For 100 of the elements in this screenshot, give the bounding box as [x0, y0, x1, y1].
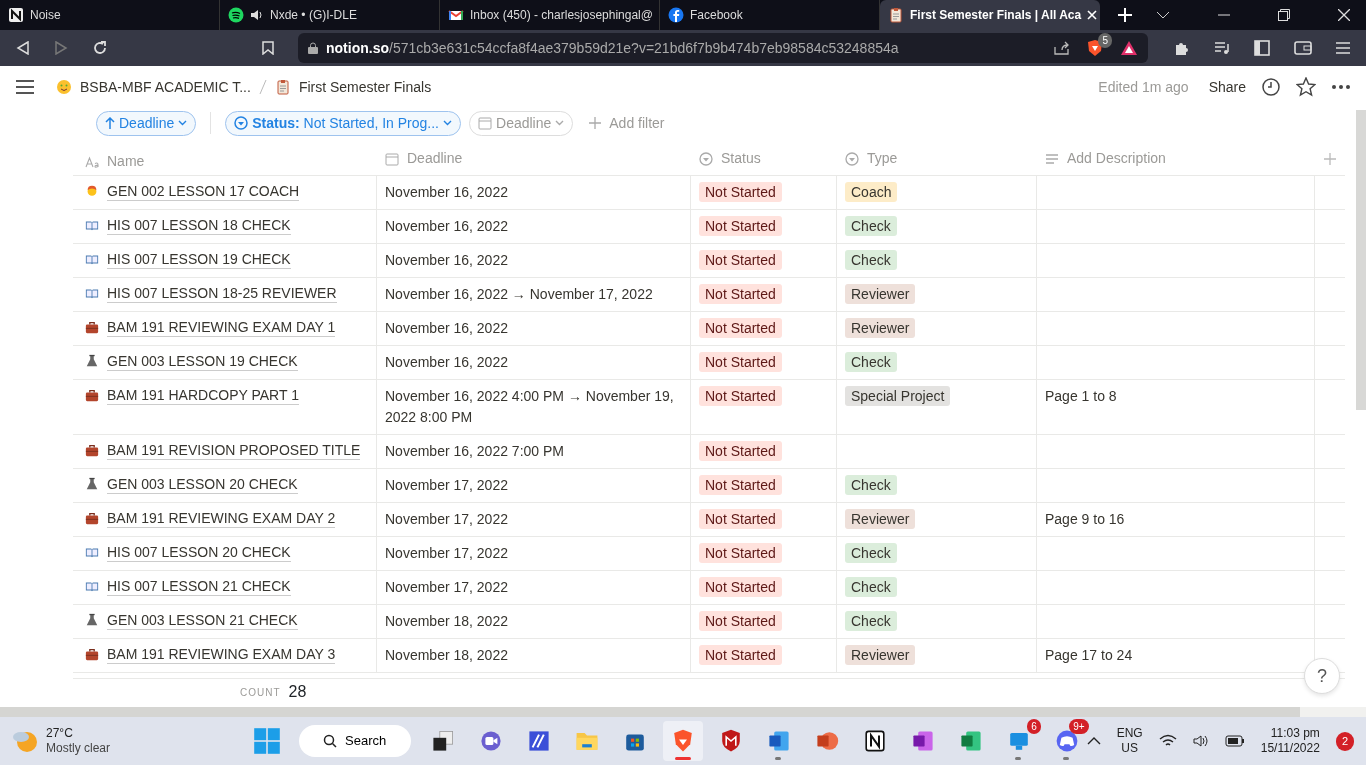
type-tag: Check [845, 352, 897, 372]
row-title-link[interactable]: HIS 007 LESSON 21 CHECK [107, 577, 291, 596]
notification-badge[interactable]: 2 [1335, 731, 1354, 751]
row-title-link[interactable]: BAM 191 REVIEWING EXAM DAY 3 [107, 645, 336, 664]
playlist-icon[interactable] [1214, 41, 1230, 55]
status-tag: Not Started [699, 611, 782, 631]
weather-text: Mostly clear [46, 741, 110, 756]
share-icon[interactable] [1054, 41, 1070, 55]
row-title-link[interactable]: GEN 003 LESSON 21 CHECK [107, 611, 298, 630]
type-tag: Reviewer [845, 509, 916, 529]
flask-icon [85, 354, 99, 368]
facebook-icon [668, 7, 684, 23]
clock-text[interactable]: 11:03 pm 15/11/2022 [1260, 726, 1320, 756]
date-cell: November 18, 2022 [377, 605, 691, 638]
date-cell: November 17, 2022 [377, 537, 691, 570]
status-tag: Not Started [699, 216, 782, 236]
sidebar-icon[interactable] [1254, 40, 1270, 56]
new-tab-icon[interactable] [1118, 8, 1132, 22]
text-type-icon [85, 154, 99, 169]
row-title-link[interactable]: HIS 007 LESSON 18 CHECK [107, 216, 291, 235]
date-cell: November 16, 2022 [377, 210, 691, 243]
type-tag: Reviewer [845, 645, 916, 665]
breadcrumb-link[interactable]: First Semester Finals [274, 76, 432, 98]
bookmark-icon[interactable] [262, 41, 274, 55]
notion-logo-icon [8, 7, 24, 23]
search-icon [323, 734, 338, 748]
close-icon[interactable] [1338, 9, 1350, 21]
row-title-link[interactable]: HIS 007 LESSON 19 CHECK [107, 250, 291, 269]
row-title-link[interactable]: BAM 191 HARDCOPY PART 1 [107, 386, 299, 405]
spotify-icon [228, 7, 244, 23]
type-tag: Coach [845, 182, 898, 202]
wallet-icon[interactable] [1294, 41, 1312, 55]
row-title-link[interactable]: BAM 191 REVISION PROPOSED TITLE [107, 441, 361, 460]
triangle-icon[interactable] [1120, 40, 1138, 56]
type-tag: Reviewer [845, 284, 916, 304]
row-title-link[interactable]: HIS 007 LESSON 20 CHECK [107, 543, 291, 562]
date-cell: November 16, 2022 4:00 PM → November 19, 2022 8:00 PM [377, 380, 691, 434]
count-label: COUNT [240, 685, 281, 700]
row-title-link[interactable]: BAM 191 REVIEWING EXAM DAY 1 [107, 318, 336, 337]
browser-tab[interactable]: First Semester Finals | All Aca [880, 0, 1100, 30]
calendar-icon [385, 151, 399, 166]
status-tag: Not Started [699, 284, 782, 304]
chevron-down-icon [178, 120, 188, 126]
reload-icon[interactable] [92, 40, 108, 56]
vertical-scrollbar[interactable] [1356, 110, 1366, 410]
briefcase-icon [85, 388, 99, 402]
battery-icon[interactable] [1224, 735, 1245, 747]
row-title-link[interactable]: GEN 003 LESSON 19 CHECK [107, 352, 298, 371]
back-icon[interactable] [16, 41, 30, 55]
puzzle-icon[interactable] [1174, 40, 1190, 56]
lock-icon [308, 42, 318, 54]
row-title-link[interactable]: GEN 003 LESSON 20 CHECK [107, 475, 298, 494]
status-filter-pill[interactable]: Status: Not Started, In Prog... [225, 110, 461, 136]
star-icon[interactable] [1296, 77, 1316, 97]
menu-icon[interactable] [16, 80, 34, 94]
address-bar[interactable]: notion.so/571cb3e631c54ccfa8f4ae379b59d21e?v=21bd6f7b9b474b7eb98584c53248854a 5 [298, 33, 1148, 63]
chevron-down-icon[interactable] [1156, 10, 1170, 20]
breadcrumb-link[interactable]: BSBA-MBF ACADEMIC T... [56, 76, 251, 98]
date-cell: November 17, 2022 [377, 503, 691, 536]
edited-status: Edited 1m ago [1098, 77, 1189, 97]
horizontal-scrollbar[interactable] [0, 707, 1300, 717]
calendar-icon [478, 116, 492, 130]
taskbar-app[interactable]: 6 [998, 721, 1039, 761]
dropdown-circle-icon [845, 151, 859, 166]
forward-icon[interactable] [54, 41, 68, 55]
date-cell: November 18, 2022 [377, 639, 691, 672]
notification-badge: 6 [1027, 719, 1041, 734]
restore-icon[interactable] [1278, 9, 1290, 21]
description-cell: Page 1 to 8 [1037, 380, 1315, 434]
clipboard-icon [888, 7, 904, 23]
type-tag: Reviewer [845, 318, 916, 338]
wifi-icon[interactable] [1158, 734, 1177, 748]
date-cell: November 16, 2022 → November 17, 2022 [377, 278, 691, 311]
date-cell: November 16, 2022 [377, 176, 691, 209]
date-cell: November 16, 2022 [377, 346, 691, 379]
status-tag: Not Started [699, 441, 782, 461]
status-tag: Not Started [699, 386, 782, 406]
share-button[interactable]: Share [1208, 76, 1246, 98]
briefcase-icon [85, 647, 99, 661]
status-tag: Not Started [699, 182, 782, 202]
type-tag: Check [845, 577, 897, 597]
date-cell: November 17, 2022 [377, 571, 691, 604]
clock-icon[interactable] [1262, 78, 1280, 96]
search-button[interactable]: Search [298, 725, 411, 757]
flask-icon [85, 477, 99, 491]
row-title-link[interactable]: HIS 007 LESSON 18-25 REVIEWER [107, 284, 337, 303]
more-icon[interactable] [1332, 85, 1350, 89]
row-title-link[interactable]: BAM 191 REVIEWING EXAM DAY 2 [107, 509, 336, 528]
url-text: notion.so/571cb3e631c54ccfa8f4ae379b59d21e?v=21bd6f7b9b474b7eb98584c53248854a [326, 38, 899, 58]
status-tag: Not Started [699, 543, 782, 563]
sort-pill[interactable]: Deadline [96, 110, 197, 136]
row-title-link[interactable]: GEN 002 LESSON 17 COACH [107, 182, 300, 201]
language-indicator[interactable]: ENG US [1116, 726, 1143, 756]
taskbar-app[interactable]: 9+ [1046, 721, 1087, 761]
speaker-icon[interactable] [1192, 734, 1209, 748]
notification-badge: 9+ [1069, 719, 1089, 734]
chevron-down-icon [555, 120, 565, 126]
chevron-up-icon[interactable] [1086, 736, 1101, 746]
help-button[interactable]: ? [1304, 658, 1340, 694]
shields-count: 5 [1098, 33, 1112, 48]
